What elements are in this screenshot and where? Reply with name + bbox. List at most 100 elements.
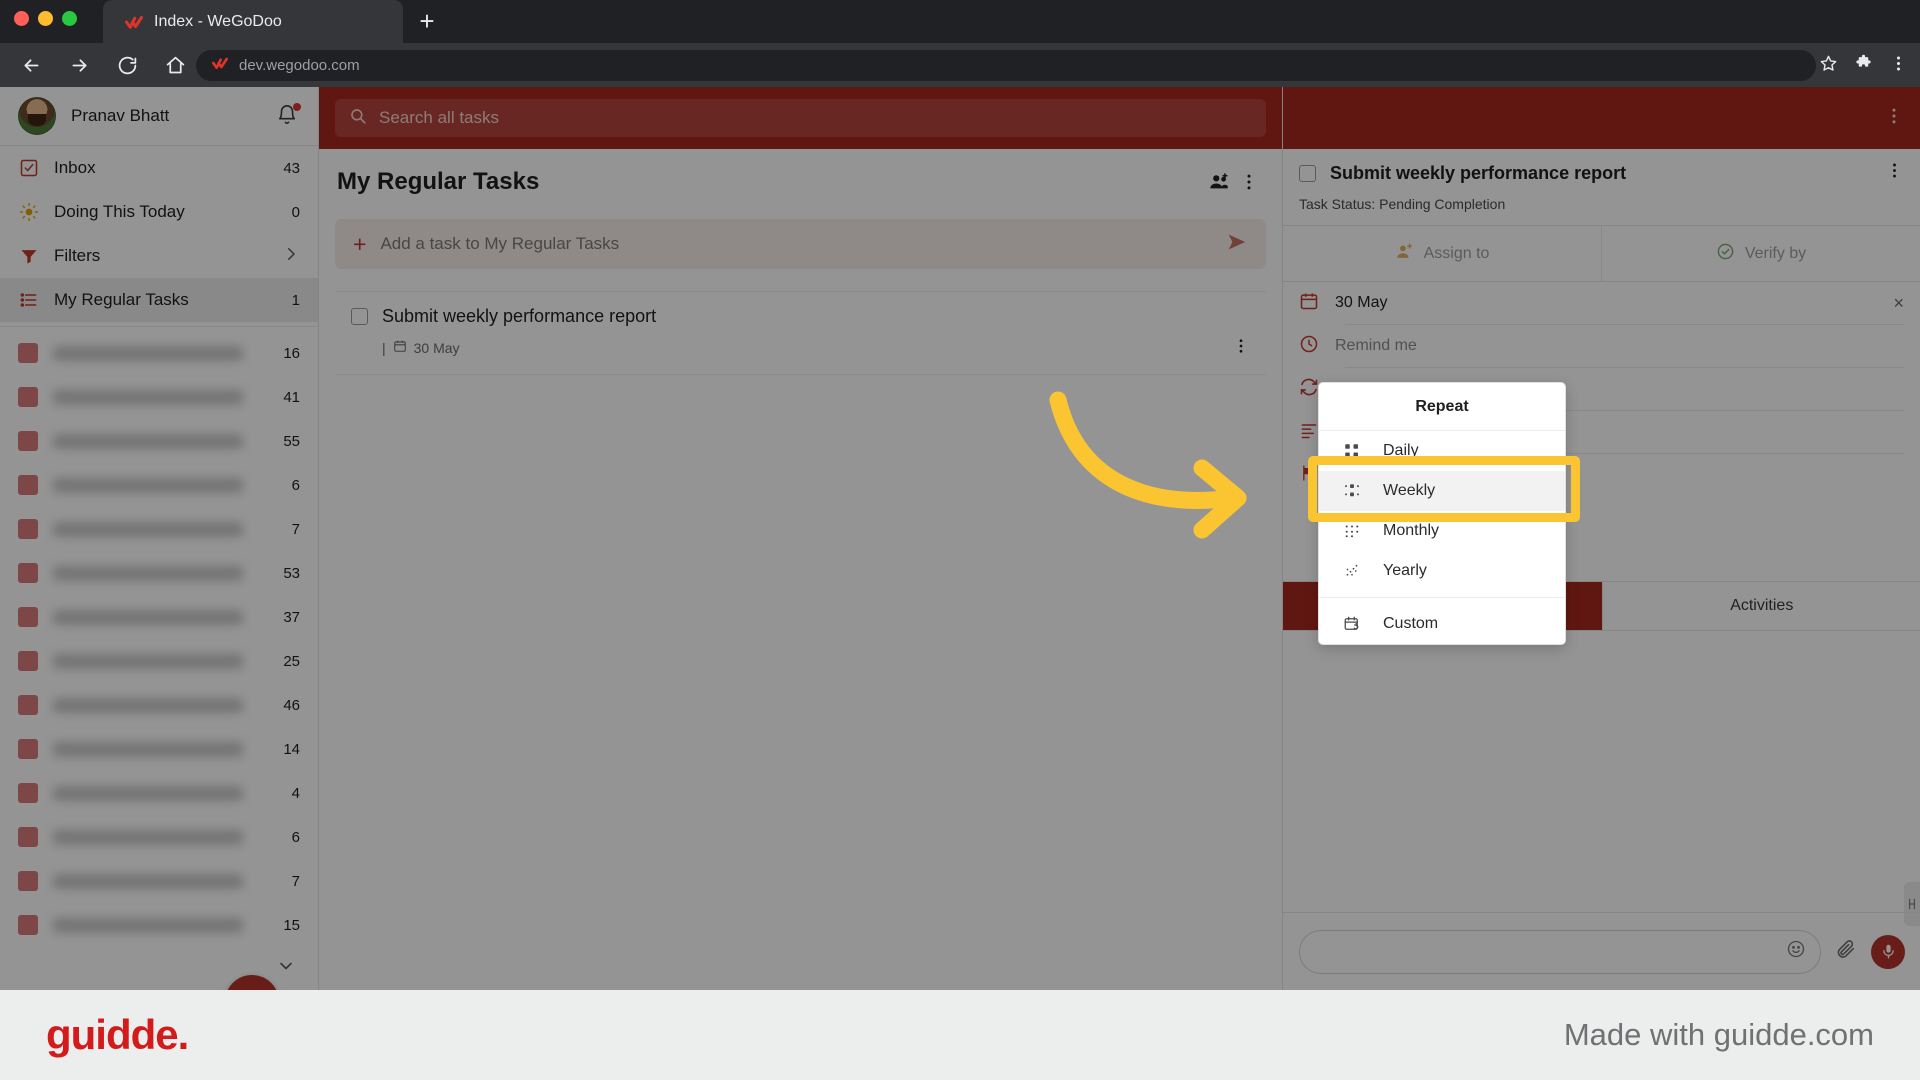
tab-activities[interactable]: Activities — [1601, 582, 1920, 630]
list-item[interactable]: 6 — [0, 463, 318, 507]
browser-tab[interactable]: Index - WeGoDoo — [103, 0, 403, 43]
clock-icon — [1299, 334, 1319, 359]
verify-by-label: Verify by — [1744, 244, 1807, 262]
assign-to-button[interactable]: Assign to — [1283, 226, 1601, 281]
project-color-swatch — [18, 871, 38, 891]
add-task-placeholder: Add a task to My Regular Tasks — [380, 234, 620, 253]
task-due-date: 30 May — [413, 339, 460, 356]
list-item[interactable]: 4 — [0, 771, 318, 815]
comment-input[interactable] — [1299, 929, 1821, 974]
browser-tab-bar: Index - WeGoDoo + — [0, 0, 1920, 43]
address-bar[interactable]: dev.wegodoo.com — [196, 50, 1816, 81]
sidebar-item-my-regular-tasks[interactable]: My Regular Tasks 1 — [0, 278, 318, 322]
filters-chevron-right-icon[interactable] — [282, 245, 300, 267]
project-color-swatch — [18, 387, 38, 407]
remind-me-label: Remind me — [1335, 337, 1417, 354]
sidebar-item-inbox[interactable]: Inbox 43 — [0, 146, 318, 190]
page-title: My Regular Tasks — [337, 168, 540, 195]
remind-me-field[interactable]: Remind me — [1283, 325, 1920, 367]
project-color-swatch — [18, 343, 38, 363]
list-item[interactable]: 7 — [0, 507, 318, 551]
maximize-window-button[interactable] — [62, 11, 77, 26]
redacted-project-name — [53, 477, 243, 493]
yearly-scatter-icon — [1341, 562, 1363, 580]
plus-icon: + — [353, 230, 367, 257]
search-icon — [349, 107, 367, 130]
list-icon — [18, 290, 39, 311]
project-count: 6 — [291, 828, 300, 846]
back-arrow-icon[interactable] — [14, 48, 48, 82]
add-task-input[interactable]: + Add a task to My Regular Tasks — [335, 219, 1266, 269]
close-window-button[interactable] — [14, 11, 29, 26]
made-with-label: Made with guidde.com — [1563, 1017, 1874, 1052]
list-item[interactable]: 6 — [0, 815, 318, 859]
due-date-value: 30 May — [1335, 294, 1388, 311]
minimize-window-button[interactable] — [38, 11, 53, 26]
sidebar-item-doing-this-today[interactable]: Doing This Today 0 — [0, 190, 318, 234]
task-row-kebab-icon[interactable] — [1232, 337, 1250, 358]
list-item[interactable]: 37 — [0, 595, 318, 639]
detail-kebab-icon[interactable] — [1885, 161, 1904, 185]
task-list-kebab-icon[interactable] — [1234, 167, 1264, 197]
browser-tab-title: Index - WeGoDoo — [154, 12, 282, 30]
menu-label-yearly: Yearly — [1383, 562, 1427, 579]
list-item[interactable]: 41 — [0, 375, 318, 419]
search-input[interactable]: Search all tasks — [335, 99, 1266, 137]
browser-menu-icon[interactable] — [1889, 54, 1908, 78]
list-item[interactable]: 55 — [0, 419, 318, 463]
forward-arrow-icon[interactable] — [62, 48, 96, 82]
wegodoo-favicon-icon — [125, 13, 143, 31]
menu-label-custom: Custom — [1383, 615, 1439, 632]
project-color-swatch — [18, 915, 38, 935]
microphone-icon[interactable] — [1871, 934, 1905, 969]
due-date-field[interactable]: 30 May × — [1283, 282, 1920, 324]
search-placeholder: Search all tasks — [379, 108, 499, 127]
detail-top-bar — [1283, 87, 1920, 149]
project-color-swatch — [18, 783, 38, 803]
detail-topbar-kebab-icon[interactable] — [1884, 106, 1904, 131]
task-row-meta: | 30 May — [382, 337, 1250, 358]
list-item[interactable]: 46 — [0, 683, 318, 727]
list-item[interactable]: 25 — [0, 639, 318, 683]
redacted-project-name — [53, 917, 243, 933]
bookmark-star-icon[interactable] — [1819, 54, 1838, 78]
list-item[interactable]: 15 — [0, 903, 318, 947]
home-icon[interactable] — [158, 48, 192, 82]
emoji-smiley-icon[interactable] — [1786, 939, 1806, 964]
add-people-icon[interactable] — [1204, 167, 1234, 197]
table-row[interactable]: Submit weekly performance report | 30 Ma… — [335, 291, 1266, 375]
list-item[interactable]: 7 — [0, 859, 318, 903]
guidde-footer: guidde. Made with guidde.com — [0, 990, 1920, 1080]
project-count: 16 — [283, 344, 300, 362]
task-checkbox[interactable] — [351, 308, 368, 325]
new-tab-button[interactable]: + — [410, 5, 444, 39]
project-color-swatch — [18, 695, 38, 715]
redacted-project-name — [53, 433, 243, 449]
sidebar-count-my-regular-tasks: 1 — [291, 291, 300, 309]
user-profile-row[interactable]: Pranav Bhatt — [0, 87, 318, 146]
menu-item-custom[interactable]: Custom — [1319, 604, 1565, 644]
reload-icon[interactable] — [110, 48, 144, 82]
notification-badge — [293, 103, 301, 111]
list-item[interactable]: 16 — [0, 331, 318, 375]
list-item[interactable]: 53 — [0, 551, 318, 595]
detail-task-checkbox[interactable] — [1299, 164, 1316, 182]
project-color-swatch — [18, 519, 38, 539]
person-add-icon — [1395, 242, 1414, 266]
menu-item-yearly[interactable]: Yearly — [1319, 551, 1565, 591]
list-item[interactable]: 14 — [0, 727, 318, 771]
toolbar-actions — [1819, 50, 1908, 81]
redacted-project-name — [53, 565, 243, 581]
send-icon[interactable] — [1226, 231, 1248, 258]
sidebar-item-filters[interactable]: Filters — [0, 234, 318, 278]
verify-by-button[interactable]: Verify by — [1601, 226, 1920, 281]
sidebar: Pranav Bhatt Inbox 43 Doing This Today 0… — [0, 87, 319, 1029]
clear-due-date-icon[interactable]: × — [1893, 293, 1904, 314]
project-color-swatch — [18, 607, 38, 627]
notifications-bell-icon[interactable] — [276, 103, 301, 128]
redacted-project-name — [53, 345, 243, 361]
project-count: 15 — [283, 916, 300, 934]
address-bar-url: dev.wegodoo.com — [239, 57, 360, 74]
extensions-puzzle-icon[interactable] — [1854, 54, 1873, 78]
paperclip-icon[interactable] — [1835, 938, 1857, 965]
